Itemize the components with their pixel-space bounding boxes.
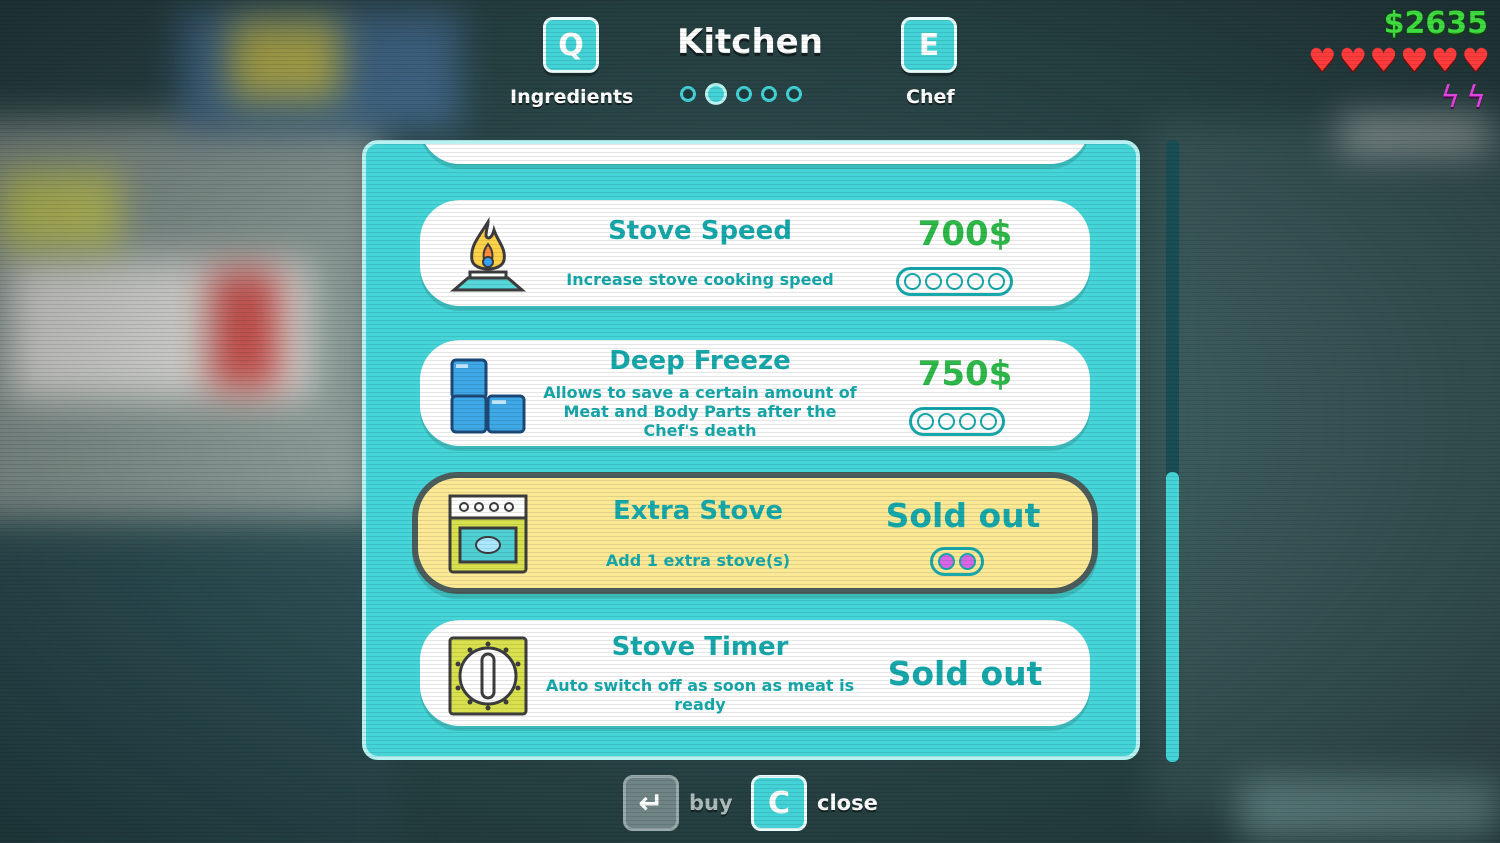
- page-dot: [786, 86, 802, 102]
- shop-item-stove-timer[interactable]: Stove Timer Auto switch off as soon as m…: [420, 620, 1090, 726]
- level-pip: [917, 413, 934, 430]
- item-description: Add 1 extra stove(s): [605, 551, 791, 570]
- shop-item-card-partial[interactable]: [420, 144, 1090, 164]
- item-description: Auto switch off as soon as meat is ready: [545, 676, 855, 714]
- item-name: Deep Freeze: [609, 346, 791, 376]
- lightning-bolt-icon: ϟ: [1440, 80, 1461, 115]
- item-name: Stove Timer: [611, 632, 789, 662]
- level-pip: [959, 413, 976, 430]
- page-indicator: [680, 83, 802, 105]
- next-category-key[interactable]: E: [901, 17, 957, 73]
- shop-scrollbar[interactable]: [1166, 140, 1179, 763]
- page-dot: [680, 86, 696, 102]
- ice-blocks-icon: [450, 358, 526, 434]
- heart-icon: ♥: [1430, 41, 1460, 79]
- lightning-bolt-icon: ϟ: [1466, 80, 1486, 115]
- money-counter: $2635: [1383, 6, 1488, 41]
- upgrade-level-pips: [896, 267, 1013, 296]
- level-pip: [980, 413, 997, 430]
- buy-key[interactable]: ↵: [623, 775, 679, 831]
- item-description: Increase stove cooking speed: [566, 270, 834, 289]
- timer-dial-icon: [448, 636, 528, 716]
- level-pip-owned: [959, 553, 976, 570]
- sold-out-label: Sold out: [887, 654, 1043, 693]
- heart-icon: ♥: [1461, 41, 1490, 79]
- heart-icon: ♥: [1307, 41, 1337, 79]
- page-dot-active: [705, 83, 727, 105]
- item-price: 750$: [917, 354, 1013, 394]
- heart-icon: ♥: [1399, 41, 1429, 79]
- level-pip: [925, 273, 942, 290]
- energy-bolts: ϟ ϟ: [1440, 80, 1486, 115]
- shop-item-stove-speed[interactable]: Stove Speed Increase stove cooking speed…: [420, 200, 1090, 306]
- page-title: Kitchen: [677, 22, 823, 62]
- item-description: Allows to save a certain amount of Meat …: [543, 383, 857, 440]
- prev-category-key[interactable]: Q: [543, 17, 599, 73]
- level-pip: [967, 273, 984, 290]
- item-price: 700$: [917, 214, 1013, 254]
- upgrade-level-pips: [909, 407, 1005, 436]
- shop-item-extra-stove[interactable]: Extra Stove Add 1 extra stove(s) Sold ou…: [412, 472, 1098, 594]
- page-dot: [761, 86, 777, 102]
- health-hearts: ♥ ♥ ♥ ♥ ♥ ♥: [1308, 44, 1490, 76]
- sold-out-label: Sold out: [885, 496, 1041, 535]
- close-key[interactable]: C: [751, 775, 807, 831]
- stove-flame-icon: [449, 216, 527, 292]
- level-pip: [946, 273, 963, 290]
- level-pip: [988, 273, 1005, 290]
- oven-icon: [448, 494, 528, 574]
- shop-panel: Stove Speed Increase stove cooking speed…: [362, 140, 1140, 760]
- prev-category-label[interactable]: Ingredients: [510, 86, 633, 108]
- scrollbar-thumb[interactable]: [1166, 472, 1179, 762]
- page-dot: [736, 86, 752, 102]
- level-pip-owned: [938, 553, 955, 570]
- heart-icon: ♥: [1338, 41, 1368, 79]
- buy-label[interactable]: buy: [689, 791, 733, 815]
- level-pip: [938, 413, 955, 430]
- item-name: Extra Stove: [613, 496, 783, 526]
- shop-item-deep-freeze[interactable]: Deep Freeze Allows to save a certain amo…: [420, 340, 1090, 446]
- upgrade-level-pips: [930, 547, 984, 576]
- heart-icon: ♥: [1369, 41, 1398, 79]
- close-label[interactable]: close: [817, 791, 878, 815]
- level-pip: [904, 273, 921, 290]
- item-name: Stove Speed: [608, 216, 792, 246]
- next-category-label[interactable]: Chef: [906, 86, 955, 108]
